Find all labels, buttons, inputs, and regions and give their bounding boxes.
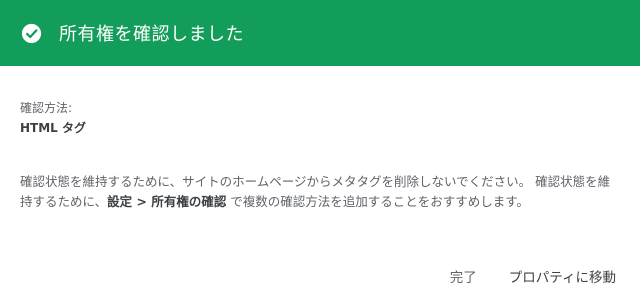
verification-method-label: 確認方法: xyxy=(20,101,73,115)
check-circle-icon xyxy=(21,23,42,44)
dialog-actions: 完了 プロパティに移動 xyxy=(450,262,616,290)
description-text: 確認状態を維持するために、サイトのホームページからメタタグを削除しないでください… xyxy=(20,172,620,212)
done-button[interactable]: 完了 xyxy=(450,262,477,290)
verification-dialog: 所有権を確認しました 確認方法: HTML タグ 確認状態を維持するために、サイ… xyxy=(0,0,640,303)
settings-path: 設定 > 所有権の確認 xyxy=(107,194,227,209)
description-text-after: で複数の確認方法を追加することをおすすめします。 xyxy=(226,194,530,209)
go-to-property-button[interactable]: プロパティに移動 xyxy=(509,262,616,290)
dialog-header: 所有権を確認しました xyxy=(0,0,640,66)
dialog-title: 所有権を確認しました xyxy=(59,24,244,45)
verification-method-value: HTML タグ xyxy=(20,121,86,135)
